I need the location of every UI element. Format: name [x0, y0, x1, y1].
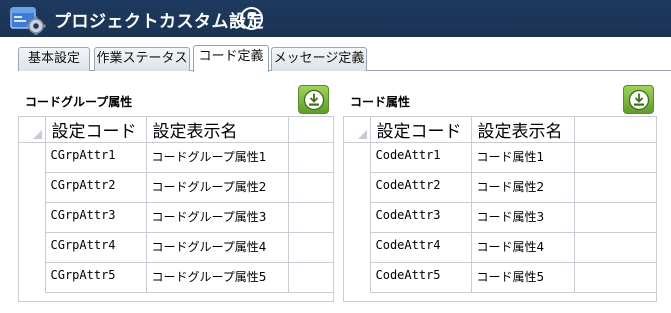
cell-code[interactable]: CGrpAttr2 — [45, 172, 147, 203]
cell-name[interactable]: コードグループ属性2 — [146, 172, 289, 203]
tab-code-definition[interactable]: コード定義 — [193, 45, 269, 72]
group-attributes-grid: 設定コード 設定表示名 CGrpAttr1 コードグループ属性1 CGrpAtt… — [19, 117, 334, 293]
tab-basic-settings[interactable]: 基本設定 — [18, 47, 90, 71]
cell-name[interactable]: コードグループ属性4 — [146, 232, 289, 263]
cell-name[interactable]: コード属性5 — [471, 262, 575, 293]
title-bar: プロジェクトカスタム設定 ? — [0, 0, 671, 37]
cell-code[interactable]: CGrpAttr1 — [45, 142, 147, 173]
column-header-display-name[interactable]: 設定表示名 — [146, 117, 289, 143]
cell-name[interactable]: コードグループ属性1 — [146, 142, 289, 173]
table-row[interactable]: CodeAttr1 コード属性1 — [344, 142, 657, 173]
cell-code[interactable]: CGrpAttr5 — [45, 262, 147, 293]
tab-strip: 基本設定 作業ステータス コード定義 メッセージ定義 — [0, 40, 671, 72]
cell-name[interactable]: コード属性4 — [471, 232, 575, 263]
cell-code[interactable]: CodeAttr5 — [370, 262, 472, 293]
cell-code[interactable]: CGrpAttr3 — [45, 202, 147, 233]
cell-name[interactable]: コードグループ属性3 — [146, 202, 289, 233]
group-attributes-title: コードグループ属性 — [25, 95, 133, 109]
table-row[interactable]: CGrpAttr5 コードグループ属性5 — [19, 262, 334, 293]
column-header-filler — [574, 117, 657, 143]
cell-name[interactable]: コード属性2 — [471, 172, 575, 203]
cell-code[interactable]: CGrpAttr4 — [45, 232, 147, 263]
column-header-code[interactable]: 設定コード — [45, 117, 147, 143]
cell-code[interactable]: CodeAttr2 — [370, 172, 472, 203]
code-attributes-title: コード属性 — [350, 95, 411, 109]
table-row[interactable]: CGrpAttr2 コードグループ属性2 — [19, 172, 334, 203]
cell-name[interactable]: コードグループ属性5 — [146, 262, 289, 293]
tab-message-definition[interactable]: メッセージ定義 — [271, 47, 367, 71]
grid-corner[interactable] — [344, 117, 371, 143]
download-icon — [303, 89, 324, 110]
table-row[interactable]: CodeAttr4 コード属性4 — [344, 232, 657, 263]
cell-code[interactable]: CodeAttr1 — [370, 142, 472, 173]
cell-code[interactable]: CodeAttr4 — [370, 232, 472, 263]
column-header-filler — [288, 117, 334, 143]
table-row[interactable]: CGrpAttr4 コードグループ属性4 — [19, 232, 334, 263]
help-icon[interactable]: ? — [240, 7, 263, 30]
code-download-button[interactable] — [623, 85, 654, 114]
table-row[interactable]: CGrpAttr1 コードグループ属性1 — [19, 142, 334, 173]
cell-name[interactable]: コード属性3 — [471, 202, 575, 233]
window-title: プロジェクトカスタム設定 — [54, 12, 264, 32]
table-row[interactable]: CodeAttr5 コード属性5 — [344, 262, 657, 293]
group-download-button[interactable] — [298, 85, 329, 114]
table-row[interactable]: CodeAttr3 コード属性3 — [344, 202, 657, 233]
app-settings-icon — [10, 7, 46, 35]
column-header-code[interactable]: 設定コード — [370, 117, 472, 143]
tab-work-status[interactable]: 作業ステータス — [94, 47, 190, 71]
table-row[interactable]: CGrpAttr3 コードグループ属性3 — [19, 202, 334, 233]
table-row[interactable]: CodeAttr2 コード属性2 — [344, 172, 657, 203]
cell-name[interactable]: コード属性1 — [471, 142, 575, 173]
column-header-display-name[interactable]: 設定表示名 — [471, 117, 575, 143]
grid-corner[interactable] — [19, 117, 46, 143]
download-icon — [628, 89, 649, 110]
code-attributes-grid: 設定コード 設定表示名 CodeAttr1 コード属性1 CodeAttr2 コ… — [344, 117, 657, 293]
cell-code[interactable]: CodeAttr3 — [370, 202, 472, 233]
